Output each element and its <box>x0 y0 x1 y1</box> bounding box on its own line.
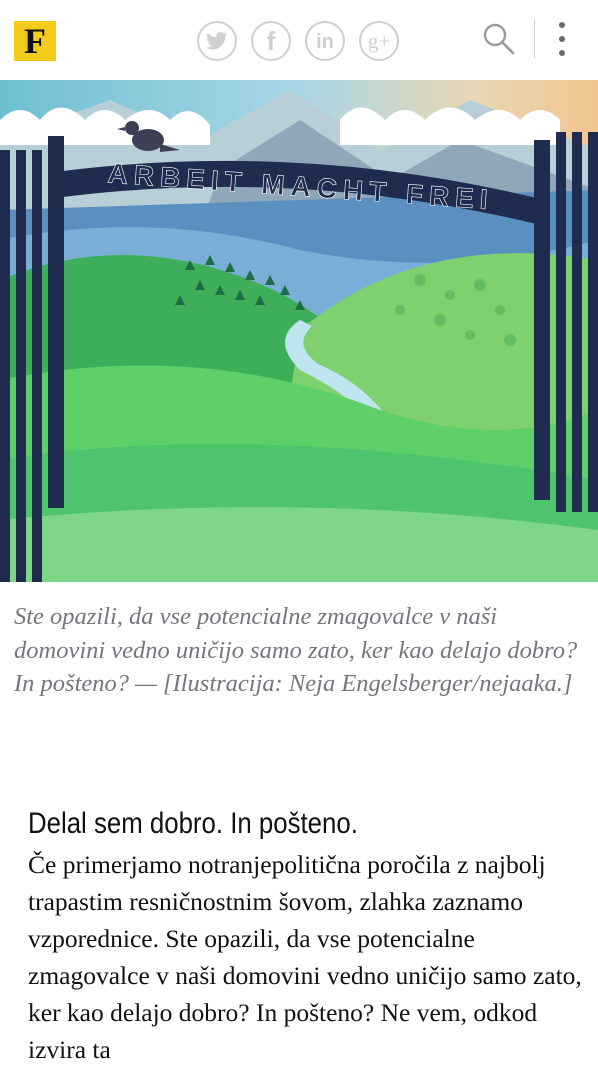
facebook-icon[interactable]: f <box>250 20 292 62</box>
forbes-logo[interactable]: F <box>14 21 56 61</box>
twitter-icon[interactable] <box>196 20 238 62</box>
linkedin-icon[interactable]: in <box>304 20 346 62</box>
image-caption: Ste opazili, da vse potencialne zmagoval… <box>14 603 578 697</box>
header-divider <box>534 20 535 58</box>
facebook-glyph: f <box>267 26 276 56</box>
top-bar: F f in g+ <box>0 0 598 80</box>
article-paragraph: Če primerjamo notranjepolitična poročila… <box>28 850 582 1064</box>
hero-illustration: ARBEIT MACHT FREI <box>0 80 598 582</box>
linkedin-glyph: in <box>316 31 334 53</box>
search-icon[interactable] <box>482 22 516 56</box>
google-plus-icon[interactable]: g+ <box>358 20 400 62</box>
article-heading: Delal sem dobro. In pošteno. <box>28 807 358 840</box>
googleplus-glyph: g+ <box>368 29 390 53</box>
more-vertical-icon[interactable] <box>552 18 572 60</box>
